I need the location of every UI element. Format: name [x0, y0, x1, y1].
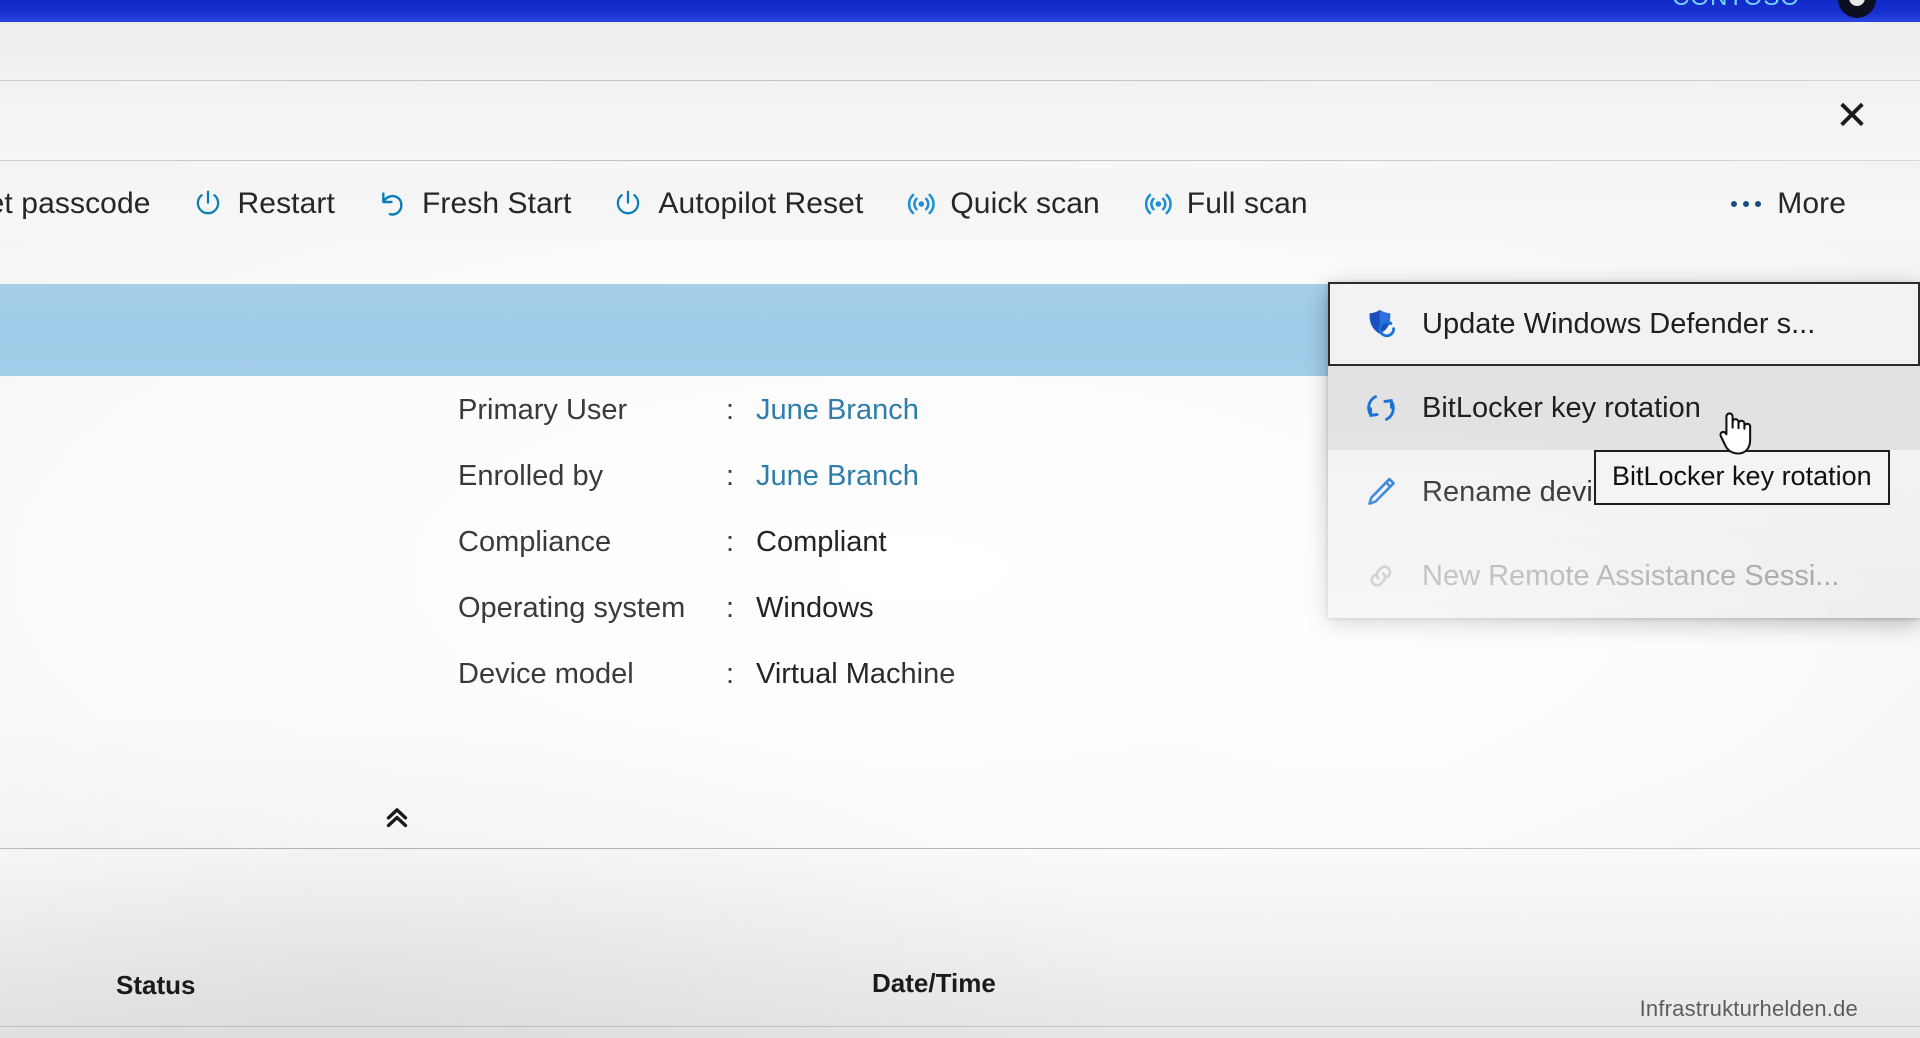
divider-actionbar-top [0, 160, 1920, 161]
detail-row-compliance: Compliance : Compliant [458, 526, 955, 592]
action-label: Full scan [1186, 187, 1308, 220]
detail-separator: : [726, 592, 735, 624]
detail-row-operating-system: Operating system : Windows [458, 592, 955, 658]
action-label: Reset passcode [0, 187, 151, 220]
detail-label: Device model [458, 658, 634, 690]
top-banner: CONTOSO [0, 0, 1920, 22]
action-label: Fresh Start [421, 187, 572, 220]
detail-row-primary-user: Primary User : June Branch [458, 394, 955, 460]
action-label: Autopilot Reset [658, 187, 864, 220]
tooltip: BitLocker key rotation [1594, 450, 1890, 505]
menu-item-label: BitLocker key rotation [1422, 391, 1701, 424]
detail-row-device-model: Device model : Virtual Machine [458, 658, 955, 724]
detail-label: Primary User [458, 394, 628, 426]
detail-separator: : [726, 526, 735, 558]
divider-bottom [0, 1026, 1920, 1027]
detail-value-enrolled-by[interactable]: June Branch [756, 460, 919, 493]
column-header-date-time[interactable]: Date/Time [872, 968, 996, 999]
divider-above-table [0, 848, 1920, 849]
action-restart[interactable]: Restart [171, 174, 355, 234]
defender-shield-refresh-icon [1362, 305, 1400, 343]
close-icon[interactable]: ✕ [1826, 90, 1878, 142]
double-chevron-up-icon[interactable] [380, 800, 414, 834]
detail-value-operating-system: Windows [756, 592, 874, 624]
menu-item-label: Update Windows Defender s... [1422, 307, 1816, 340]
action-toolbar: Reset passcode Restart Fresh Start [0, 168, 1920, 240]
detail-separator: : [726, 394, 735, 426]
radar-scan-icon [1140, 187, 1174, 221]
action-full-scan[interactable]: Full scan [1120, 174, 1328, 234]
detail-label: Operating system [458, 592, 686, 624]
detail-value-primary-user[interactable]: June Branch [756, 394, 919, 427]
pencil-icon [1362, 473, 1400, 511]
more-button[interactable]: More [1711, 174, 1866, 234]
action-fresh-start[interactable]: Fresh Start [355, 174, 591, 234]
action-quick-scan[interactable]: Quick scan [883, 174, 1119, 234]
detail-separator: : [726, 460, 735, 492]
detail-value-compliance: Compliant [756, 526, 887, 558]
power-icon [191, 187, 225, 221]
detail-row-enrolled-by: Enrolled by : June Branch [458, 460, 955, 526]
rotate-key-icon [1362, 389, 1400, 427]
divider-top [0, 80, 1920, 81]
more-label: More [1777, 187, 1846, 220]
detail-value-device-model: Virtual Machine [756, 658, 956, 690]
undo-arrow-icon [375, 187, 409, 221]
action-autopilot-reset[interactable]: Autopilot Reset [591, 174, 883, 234]
watermark: Infrastrukturhelden.de [1639, 996, 1858, 1021]
column-header-status[interactable]: Status [116, 970, 195, 1001]
action-reset-passcode[interactable]: Reset passcode [0, 174, 171, 234]
detail-label: Compliance [458, 526, 612, 558]
link-chain-icon [1362, 557, 1400, 595]
avatar[interactable] [1838, 0, 1876, 18]
radar-scan-icon [903, 187, 937, 221]
menu-item-label: New Remote Assistance Sessi... [1422, 559, 1840, 592]
ellipsis-icon [1731, 201, 1762, 207]
power-icon [611, 187, 645, 221]
activity-table-header: Status Date/Time [0, 850, 1920, 1038]
device-properties-list: Primary User : June Branch Enrolled by :… [458, 394, 955, 724]
menu-item-update-defender[interactable]: Update Windows Defender s... [1328, 282, 1920, 366]
action-label: Restart [237, 187, 335, 220]
action-label: Quick scan [950, 187, 1100, 220]
screen-root: CONTOSO ✕ Reset passcode Restart [0, 0, 1920, 1038]
window-chrome [0, 22, 1920, 162]
menu-item-new-remote-assistance-session: New Remote Assistance Sessi... [1328, 534, 1920, 618]
detail-separator: : [726, 658, 735, 690]
menu-item-bitlocker-key-rotation[interactable]: BitLocker key rotation [1328, 366, 1920, 450]
detail-label: Enrolled by [458, 460, 604, 492]
organization-name: CONTOSO [1672, 0, 1800, 12]
